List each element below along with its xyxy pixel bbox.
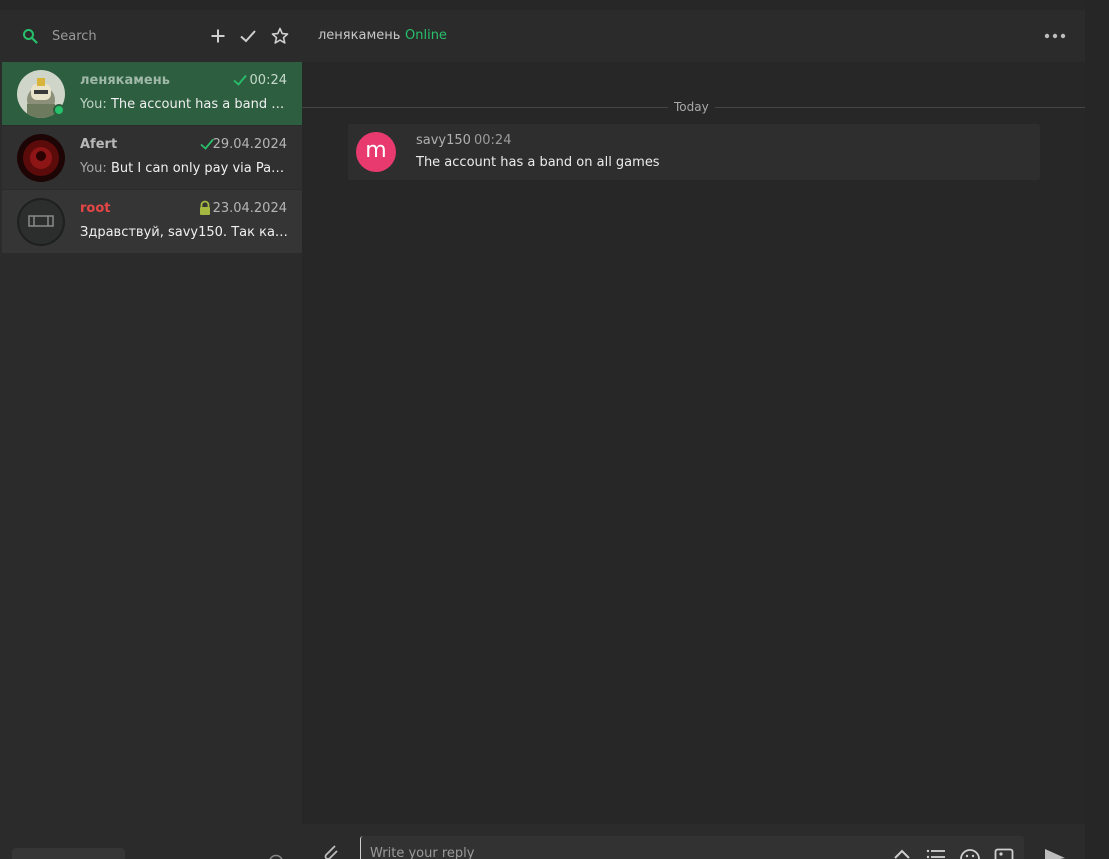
conversation-preview: You: The account has a band on all games xyxy=(80,97,290,112)
chat-panel: ленякамень Online Today m savy150 00:24 … xyxy=(302,10,1087,859)
plus-icon xyxy=(211,29,225,43)
search-icon xyxy=(23,29,38,44)
conversation-item[interactable]: Afert 29.04.2024 You: But I can only pay… xyxy=(2,126,302,190)
new-conversation-button[interactable] xyxy=(208,26,228,46)
emoji-icon[interactable] xyxy=(960,848,980,859)
message-text: The account has a band on all games xyxy=(416,155,660,170)
day-label: Today xyxy=(668,100,715,114)
search-bar xyxy=(0,10,302,62)
messenger-app: ленякамень 00:24 You: The account has a … xyxy=(0,10,1087,859)
reply-input[interactable] xyxy=(360,836,1024,859)
conversation-sidebar: ленякамень 00:24 You: The account has a … xyxy=(0,10,302,859)
favorites-button[interactable] xyxy=(270,26,290,46)
conversation-name: root xyxy=(80,201,111,216)
preview-text: But I can only pay via PayPal xyxy=(110,161,290,176)
conversation-time: 00:24 xyxy=(249,73,287,88)
conversation-time: 23.04.2024 xyxy=(212,201,287,216)
reply-bar xyxy=(302,824,1085,859)
mark-read-button[interactable] xyxy=(238,26,258,46)
online-indicator xyxy=(53,104,65,116)
chat-header: ленякамень Online xyxy=(302,10,1085,62)
upload-icon[interactable] xyxy=(892,848,912,859)
conversation-item[interactable]: root 23.04.2024 Здравствуй, savy150. Так… xyxy=(2,190,302,254)
image-icon[interactable] xyxy=(994,848,1014,859)
star-icon xyxy=(271,27,289,44)
attach-icon[interactable] xyxy=(320,844,340,859)
conversation-time: 29.04.2024 xyxy=(212,137,287,152)
preview-text: Здравствуй, savy150. Так как ваш xyxy=(80,225,290,240)
conversation-item[interactable]: ленякамень 00:24 You: The account has a … xyxy=(2,62,302,126)
search-input[interactable] xyxy=(52,26,192,46)
preview-prefix: You: xyxy=(80,161,107,176)
conversation-name: Afert xyxy=(80,137,118,152)
conversation-name: ленякамень xyxy=(80,73,170,88)
check-icon xyxy=(233,74,247,86)
message-author[interactable]: savy150 xyxy=(416,133,471,148)
online-status: Online xyxy=(405,28,447,43)
check-icon xyxy=(240,30,256,43)
avatar xyxy=(17,198,65,246)
more-options-icon[interactable] xyxy=(1043,26,1067,46)
send-icon[interactable] xyxy=(1044,848,1066,859)
chat-title[interactable]: ленякамень xyxy=(318,28,400,43)
conversation-preview: You: But I can only pay via PayPal xyxy=(80,161,290,176)
preview-text: The account has a band on all games xyxy=(110,97,290,112)
window-edge xyxy=(1085,0,1109,859)
message: m savy150 00:24 The account has a band o… xyxy=(348,124,1040,180)
lock-icon xyxy=(200,200,210,215)
conversation-preview: Здравствуй, savy150. Так как ваш xyxy=(80,225,290,240)
help-icon[interactable] xyxy=(268,854,284,859)
list-icon[interactable] xyxy=(926,848,946,859)
message-avatar[interactable]: m xyxy=(356,132,396,172)
conversation-list: ленякамень 00:24 You: The account has a … xyxy=(2,62,302,254)
sidebar-footer-button[interactable] xyxy=(12,848,125,859)
message-time: 00:24 xyxy=(474,133,512,148)
avatar xyxy=(17,134,65,182)
preview-prefix: You: xyxy=(80,97,107,112)
